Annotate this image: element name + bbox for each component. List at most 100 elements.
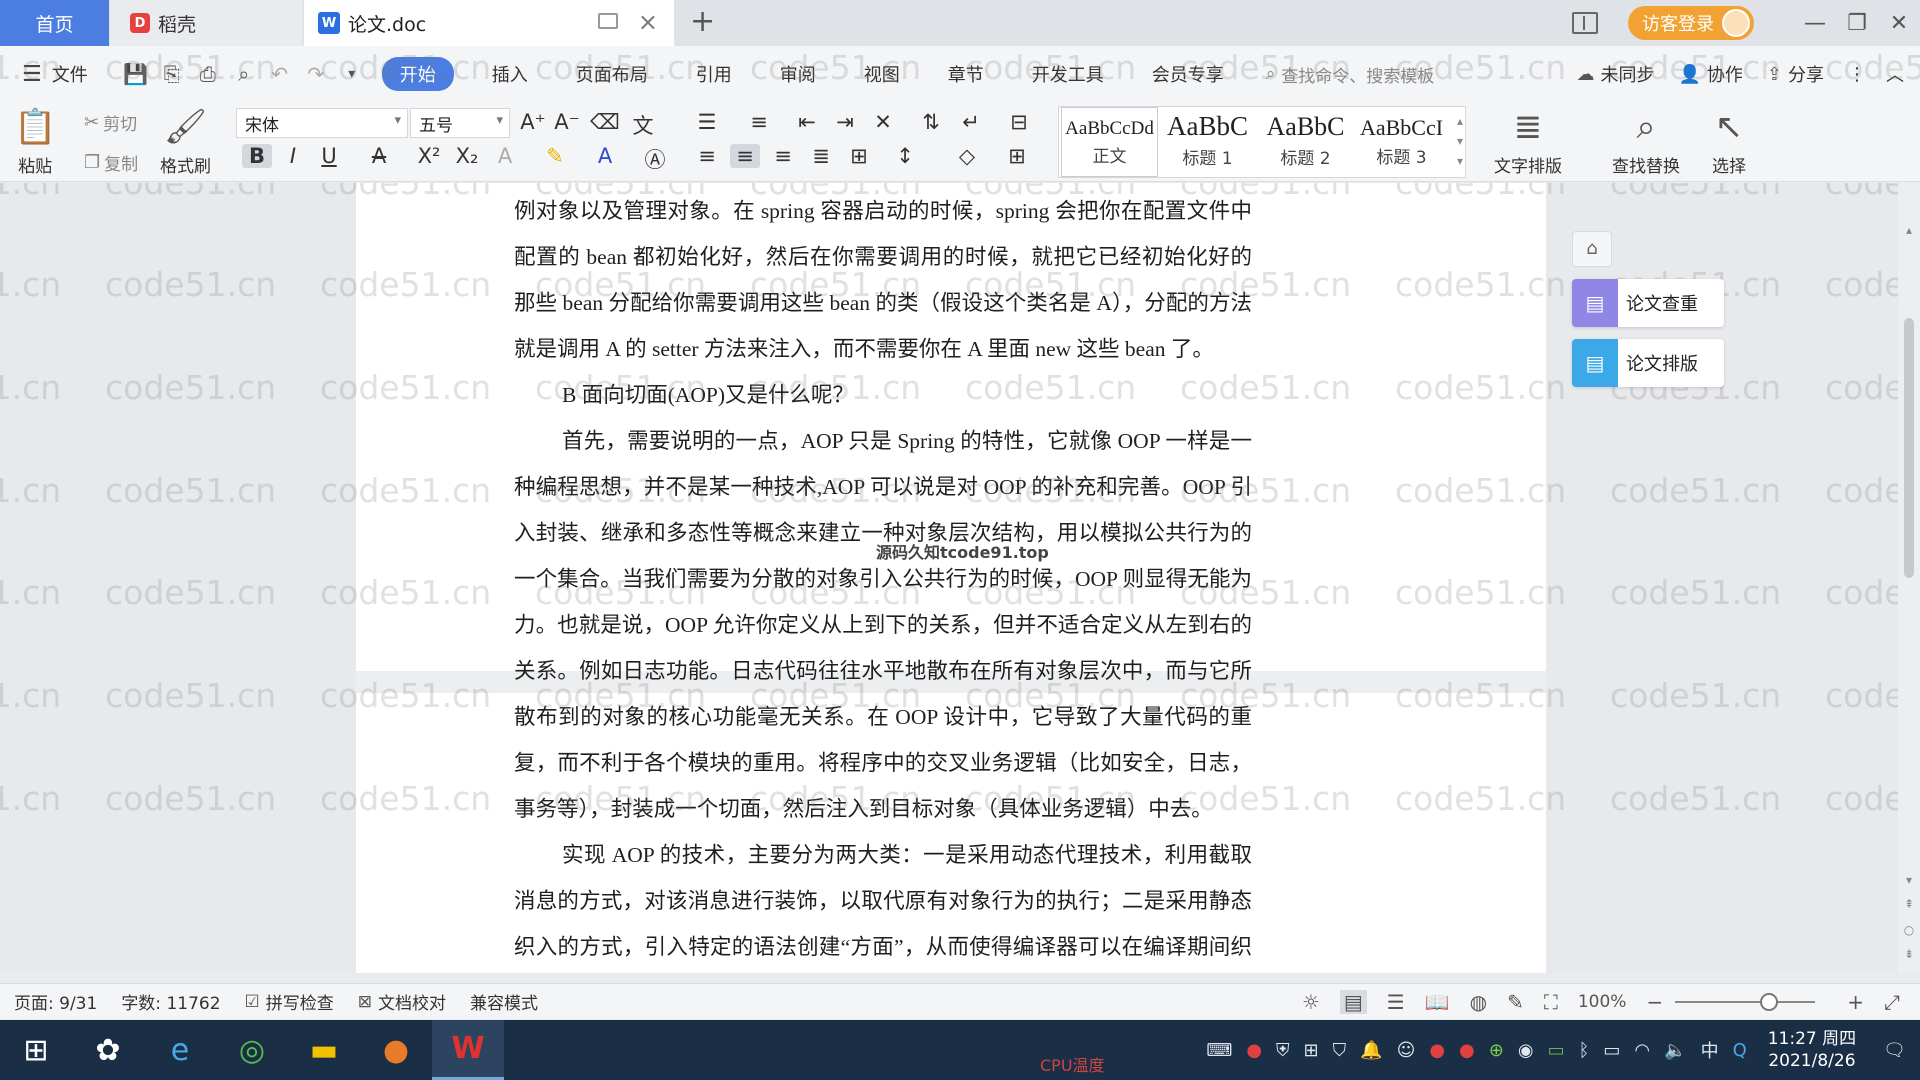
gpu-icon[interactable]: ▭ <box>1548 1040 1565 1061</box>
page-view-icon[interactable]: ▤ <box>1339 990 1367 1014</box>
new-tab-icon[interactable]: + <box>690 4 715 39</box>
share-button[interactable]: ⇪ 分享 <box>1767 61 1824 87</box>
document-page[interactable]: 例对象以及管理对象。在 spring 容器启动的时候，spring 会把你在配置… <box>356 183 1546 973</box>
find-replace-button[interactable]: ⌕ 查找替换 <box>1612 106 1680 177</box>
tab-chapter[interactable]: 章节 <box>924 61 1008 87</box>
paragraph[interactable]: 例对象以及管理对象。在 spring 容器启动的时候，spring 会把你在配置… <box>514 188 1252 372</box>
style-normal[interactable]: AaBbCcDd 正文 <box>1061 107 1158 177</box>
document-workspace[interactable]: 例对象以及管理对象。在 spring 容器启动的时候，spring 会把你在配置… <box>0 183 1920 973</box>
tab-view[interactable]: 视图 <box>840 61 924 87</box>
page-indicator[interactable]: 页面: 9/31 <box>14 989 97 1014</box>
wifi-icon[interactable]: ◠ <box>1634 1040 1650 1061</box>
tab-document[interactable]: W 论文.doc × <box>304 0 674 46</box>
network-manager-icon[interactable]: ⊞ <box>1304 1040 1319 1061</box>
phonetic-icon[interactable]: 文 <box>628 110 658 140</box>
file-menu[interactable]: 文件 <box>52 61 88 87</box>
align-right-icon[interactable]: ≡ <box>768 144 798 168</box>
format-painter-button[interactable]: 🖌 格式刷 <box>160 106 211 177</box>
tab-references[interactable]: 引用 <box>672 61 756 87</box>
quick-access-more-icon[interactable]: ▾ <box>334 66 370 82</box>
tab-start[interactable]: 开始 <box>381 57 454 91</box>
output-icon[interactable]: ⎘ <box>154 62 190 86</box>
360-browser-icon[interactable]: ◎ <box>216 1020 288 1080</box>
shrink-font-icon[interactable]: A⁻ <box>552 110 582 134</box>
increase-indent-icon[interactable]: ⇥ <box>830 110 860 134</box>
bold-icon[interactable]: B <box>242 144 272 168</box>
restore-icon[interactable]: ❐ <box>1836 11 1878 36</box>
font-color-icon[interactable]: A <box>590 144 620 168</box>
collapse-ribbon-icon[interactable]: ︿ <box>1886 61 1904 87</box>
bluetooth-icon[interactable]: ᛒ <box>1579 1040 1590 1061</box>
windows-start-icon[interactable]: ⊞ <box>0 1020 72 1080</box>
notification-icon[interactable]: 🗨 <box>1883 1040 1906 1061</box>
tab-insert[interactable]: 插入 <box>468 61 552 87</box>
paragraph-heading[interactable]: B 面向切面(AOP)又是什么呢？ <box>514 372 1252 418</box>
menu-icon[interactable]: ☰ <box>22 62 42 87</box>
side-collapse-icon[interactable]: ⌂ <box>1572 231 1612 267</box>
select-button[interactable]: ↖ 选择 <box>1712 106 1746 177</box>
paragraph[interactable]: 首先，需要说明的一点，AOP 只是 Spring 的特性，它就像 OOP 一样是… <box>514 418 1252 832</box>
thesis-check-button[interactable]: ▤ 论文查重 <box>1572 279 1724 327</box>
recorder-app-icon[interactable]: ● <box>360 1020 432 1080</box>
volume-icon[interactable]: 🔈 <box>1664 1040 1686 1061</box>
cut-button[interactable]: ✂ 剪切 <box>84 110 137 135</box>
zoom-level[interactable]: 100% <box>1578 992 1627 1012</box>
clear-format-icon[interactable]: ⌫ <box>590 110 620 134</box>
select-browse-icon[interactable]: ○ <box>1901 923 1917 939</box>
minimize-icon[interactable]: — <box>1794 11 1836 36</box>
tab-developer[interactable]: 开发工具 <box>1008 61 1128 87</box>
underline-icon[interactable]: U <box>314 144 344 168</box>
numbered-list-icon[interactable]: ≡ <box>744 110 774 134</box>
input-method-icon[interactable]: Q <box>1733 1040 1747 1061</box>
monitor-icon[interactable] <box>598 13 618 29</box>
tab-stop-icon[interactable]: ⊟ <box>1004 110 1034 134</box>
tab-member[interactable]: 会员专享 <box>1128 61 1248 87</box>
italic-icon[interactable]: I <box>278 144 308 168</box>
fullscreen-icon[interactable]: ⤢ <box>1884 990 1900 1014</box>
spell-check-button[interactable]: ☑ 拼写检查 <box>245 989 334 1015</box>
align-left-icon[interactable]: ≡ <box>692 144 722 168</box>
ime-indicator[interactable]: 中 <box>1701 1037 1719 1063</box>
defender-icon[interactable]: ⛉ <box>1333 1040 1347 1061</box>
decrease-indent-icon[interactable]: ⇤ <box>792 110 822 134</box>
close-window-icon[interactable]: ✕ <box>1878 11 1920 36</box>
subscript-icon[interactable]: X₂ <box>452 144 482 168</box>
font-name-select[interactable]: 宋体 ▾ <box>236 108 408 138</box>
vertical-scrollbar[interactable]: ▴ ▾ ⇞ ○ ⇟ <box>1898 183 1920 973</box>
superscript-icon[interactable]: X² <box>414 144 444 168</box>
fan-app-icon[interactable]: ✿ <box>72 1020 144 1080</box>
file-explorer-icon[interactable]: ▬ <box>288 1020 360 1080</box>
next-page-icon[interactable]: ⇟ <box>1901 947 1917 963</box>
borders-icon[interactable]: ⊞ <box>1002 144 1032 168</box>
align-center-icon[interactable]: ≡ <box>730 144 760 168</box>
style-heading-3[interactable]: AaBbCcI 标题 3 <box>1353 107 1450 177</box>
scroll-up-icon[interactable]: ▴ <box>1901 223 1917 239</box>
clock[interactable]: 11:27 周四 2021/8/26 <box>1768 1028 1856 1072</box>
app-tray-icon[interactable]: ● <box>1429 1040 1445 1061</box>
web-view-icon[interactable]: ◍ <box>1470 990 1487 1014</box>
chinese-layout-icon[interactable]: ✕ <box>868 110 898 134</box>
prev-page-icon[interactable]: ⇞ <box>1901 897 1917 913</box>
paste-button[interactable]: 📋 粘贴 <box>14 106 56 177</box>
antivirus-icon[interactable]: ● <box>1246 1040 1262 1061</box>
bullet-list-icon[interactable]: ☰ <box>692 110 722 134</box>
text-layout-button[interactable]: ≣ 文字排版 <box>1494 106 1562 177</box>
strikethrough-icon[interactable]: A <box>364 144 394 168</box>
shield-icon[interactable]: ⛨ <box>1276 1040 1290 1061</box>
style-heading-2[interactable]: AaBbC 标题 2 <box>1257 107 1354 177</box>
distribute-icon[interactable]: ⊞ <box>844 144 874 168</box>
tab-home[interactable]: 首页 <box>0 0 109 46</box>
tab-page-layout[interactable]: 页面布局 <box>552 61 672 87</box>
scroll-thumb[interactable] <box>1904 318 1914 578</box>
font-size-select[interactable]: 五号 ▾ <box>410 108 510 138</box>
battery-icon[interactable]: ▭ <box>1603 1040 1620 1061</box>
style-heading-1[interactable]: AaBbC 标题 1 <box>1159 107 1256 177</box>
grow-font-icon[interactable]: A⁺ <box>518 110 548 134</box>
print-icon[interactable]: ⎙ <box>190 62 226 86</box>
command-search-input[interactable]: ⌕ 查找命令、搜索模板 <box>1266 62 1435 87</box>
copy-button[interactable]: ❐ 复制 <box>84 150 138 175</box>
scroll-down-icon[interactable]: ▾ <box>1901 873 1917 889</box>
undo-icon[interactable]: ↶ <box>262 62 298 86</box>
tab-review[interactable]: 审阅 <box>756 61 840 87</box>
fit-page-icon[interactable]: ⛶ <box>1544 990 1558 1014</box>
